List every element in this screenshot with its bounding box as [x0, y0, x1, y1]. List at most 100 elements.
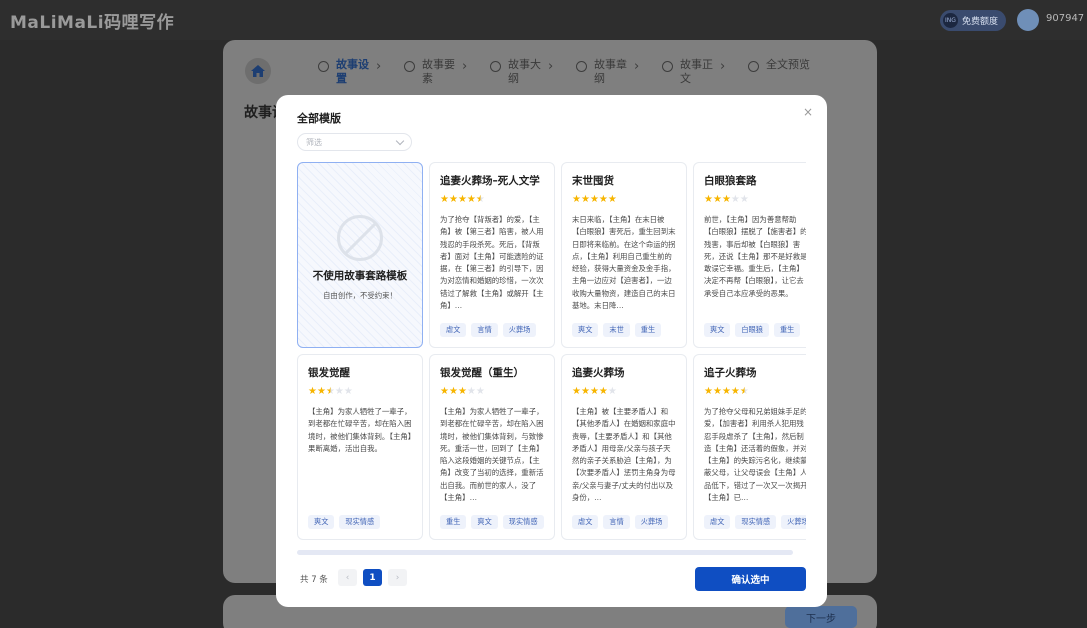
star-icon: ★	[466, 194, 476, 205]
genre-tag: 现实情感	[339, 515, 381, 529]
genre-tag: 白眼狼	[735, 323, 769, 337]
pagination: ‹ 1 ›	[338, 569, 407, 586]
genre-tag: 虐文	[572, 515, 599, 529]
step-3[interactable]: 故事大纲 ›	[490, 58, 576, 86]
star-rating: ★★★★★	[440, 386, 544, 399]
template-card[interactable]: 追妻火葬场–死人文学 ★★★★★ 为了抢夺【背叛者】的爱，【主角】被【第三者】陷害，…	[429, 162, 555, 348]
genre-tag: 火葬场	[502, 323, 537, 337]
step-circle-icon	[662, 61, 673, 72]
tag-list: 虐文 言情 火葬场	[440, 323, 537, 337]
template-grid-viewport: 不使用故事套路模板 自由创作，不受约束！ 追妻火葬场–死人文学 ★★★★★ 为了抢夺…	[297, 162, 806, 540]
star-icon: ★	[730, 194, 740, 205]
template-card[interactable]: 银发觉醒（重生） ★★★★★ 【主角】为家人牺牲了一辈子，到老都在忙碌辛苦，却在陷入…	[429, 354, 555, 540]
tag-list: 虐文 言情 火葬场	[572, 515, 669, 529]
genre-tag: 末世	[603, 323, 630, 337]
star-icon: ★	[457, 194, 467, 205]
template-card[interactable]: 追妻火葬场 ★★★★★ 【主角】被【主要矛盾人】和【其他矛盾人】在婚姻和家庭中责辱，…	[561, 354, 687, 540]
no-template-subtitle: 自由创作，不受约束！	[323, 291, 397, 300]
app-logo[interactable]: MaLiMaLi码哩写作	[10, 8, 174, 33]
star-icon: ★	[589, 386, 599, 397]
genre-tag: 爽文	[471, 515, 498, 529]
step-6[interactable]: 全文预览	[748, 58, 834, 86]
star-rating: ★★★★★	[308, 386, 412, 399]
star-icon: ★	[448, 194, 458, 205]
genre-tag: 现实情感	[502, 515, 544, 529]
horizontal-scrollbar[interactable]	[297, 550, 793, 555]
template-grid: 不使用故事套路模板 自由创作，不受约束！ 追妻火葬场–死人文学 ★★★★★ 为了抢夺…	[297, 162, 806, 540]
chevron-right-icon: ›	[462, 59, 468, 74]
star-icon: ★	[607, 386, 617, 397]
star-rating: ★★★★★	[704, 386, 806, 399]
home-icon	[251, 65, 265, 77]
genre-tag: 虐文	[440, 323, 467, 337]
genre-tag: 言情	[603, 515, 630, 529]
filter-select[interactable]: 筛选	[297, 133, 412, 151]
template-card[interactable]: 末世囤货 ★★★★★ 末日来临，【主角】在末日被【白眼狼】害死后，重生回到末日即将来…	[561, 162, 687, 348]
star-icon: ★	[712, 386, 722, 397]
no-template-title: 不使用故事套路模板	[312, 270, 408, 282]
next-step-button[interactable]: 下一步	[785, 606, 857, 628]
close-icon[interactable]: ×	[803, 105, 813, 119]
star-icon: ★	[589, 194, 599, 205]
step-label: 全文预览	[766, 58, 810, 71]
modal-title: 全部模版	[297, 112, 341, 125]
step-label: 故事设置	[336, 58, 369, 85]
template-title: 银发觉醒（重生）	[440, 367, 524, 379]
step-4[interactable]: 故事章纲 ›	[576, 58, 662, 86]
star-icon: ★	[448, 386, 458, 397]
no-template-card[interactable]: 不使用故事套路模板 自由创作，不受约束！	[297, 162, 423, 348]
template-description: 末日来临，【主角】在末日被【白眼狼】害死后，重生回到末日即将来临前。在这个命运的…	[572, 215, 676, 311]
step-circle-icon	[404, 61, 415, 72]
template-title: 追妻火葬场–死人文学	[440, 175, 540, 187]
tag-list: 爽文 现实情感	[308, 515, 381, 529]
free-quota-button[interactable]: ING 免费额度	[940, 10, 1006, 31]
step-label: 故事大纲	[508, 58, 541, 85]
star-icon: ★	[704, 194, 713, 205]
step-label: 故事正文	[680, 58, 713, 85]
tag-list: 爽文 末世 重生	[572, 323, 662, 337]
step-2[interactable]: 故事要素 ›	[404, 58, 490, 86]
star-rating: ★★★★★	[572, 386, 676, 399]
step-circle-icon	[490, 61, 501, 72]
star-icon: ★	[580, 386, 590, 397]
template-card[interactable]: 银发觉醒 ★★★★★ 【主角】为家人牺牲了一辈子，到老都在忙碌辛苦，却在陷入困境时，…	[297, 354, 423, 540]
star-icon: ★	[440, 194, 449, 205]
template-title: 白眼狼套路	[704, 175, 757, 187]
step-5[interactable]: 故事正文 ›	[662, 58, 748, 86]
user-id: 907947	[1046, 13, 1085, 24]
star-rating: ★★★★★	[704, 194, 806, 207]
star-icon: ★	[730, 386, 740, 397]
star-icon: ★	[739, 386, 749, 397]
template-description: 【主角】为家人牺牲了一辈子，到老都在忙碌辛苦，却在陷入困境时，被他们集体背刺。【…	[308, 407, 412, 453]
template-description: 为了抢夺父母和兄弟姐妹手足的爱，【加害者】利用杀人犯用残忍手段虐杀了【主角】，然…	[704, 407, 806, 503]
star-icon: ★	[334, 386, 344, 397]
home-button[interactable]	[245, 58, 271, 84]
step-1[interactable]: 故事设置 ›	[318, 58, 404, 86]
template-title: 追妻火葬场	[572, 367, 625, 379]
total-count: 共 7 条	[300, 575, 328, 585]
filter-placeholder: 筛选	[306, 137, 322, 147]
template-card[interactable]: 白眼狼套路 ★★★★★ 前世，【主角】因为善意帮助【白眼狼】摆脱了【施害者】的残害，…	[693, 162, 806, 348]
user-avatar[interactable]	[1017, 9, 1039, 31]
genre-tag: 言情	[471, 323, 498, 337]
star-icon: ★	[325, 386, 335, 397]
template-title: 末世囤货	[572, 175, 614, 187]
star-icon: ★	[466, 386, 476, 397]
prev-page-button[interactable]: ‹	[338, 569, 357, 586]
star-icon: ★	[572, 194, 581, 205]
genre-tag: 重生	[440, 515, 467, 529]
star-icon: ★	[598, 194, 608, 205]
star-icon: ★	[739, 194, 749, 205]
next-page-button[interactable]: ›	[388, 569, 407, 586]
tag-list: 虐文 现实情感 火葬场	[704, 515, 806, 529]
genre-tag: 爽文	[308, 515, 335, 529]
template-modal: 全部模版 × 筛选 不使用故事套路模板 自由创作，不受约束！ 追妻火葬场–死人文…	[276, 95, 827, 607]
step-circle-icon	[748, 61, 759, 72]
genre-tag: 爽文	[704, 323, 731, 337]
step-circle-icon	[318, 61, 329, 72]
star-icon: ★	[598, 386, 608, 397]
confirm-selection-button[interactable]: 确认选中	[695, 567, 806, 591]
page-number-current[interactable]: 1	[363, 569, 382, 586]
template-card[interactable]: 追子火葬场 ★★★★★ 为了抢夺父母和兄弟姐妹手足的爱，【加害者】利用杀人犯用残忍手…	[693, 354, 806, 540]
template-description: 【主角】被【主要矛盾人】和【其他矛盾人】在婚姻和家庭中责辱，【主要矛盾人】和【其…	[572, 407, 676, 503]
